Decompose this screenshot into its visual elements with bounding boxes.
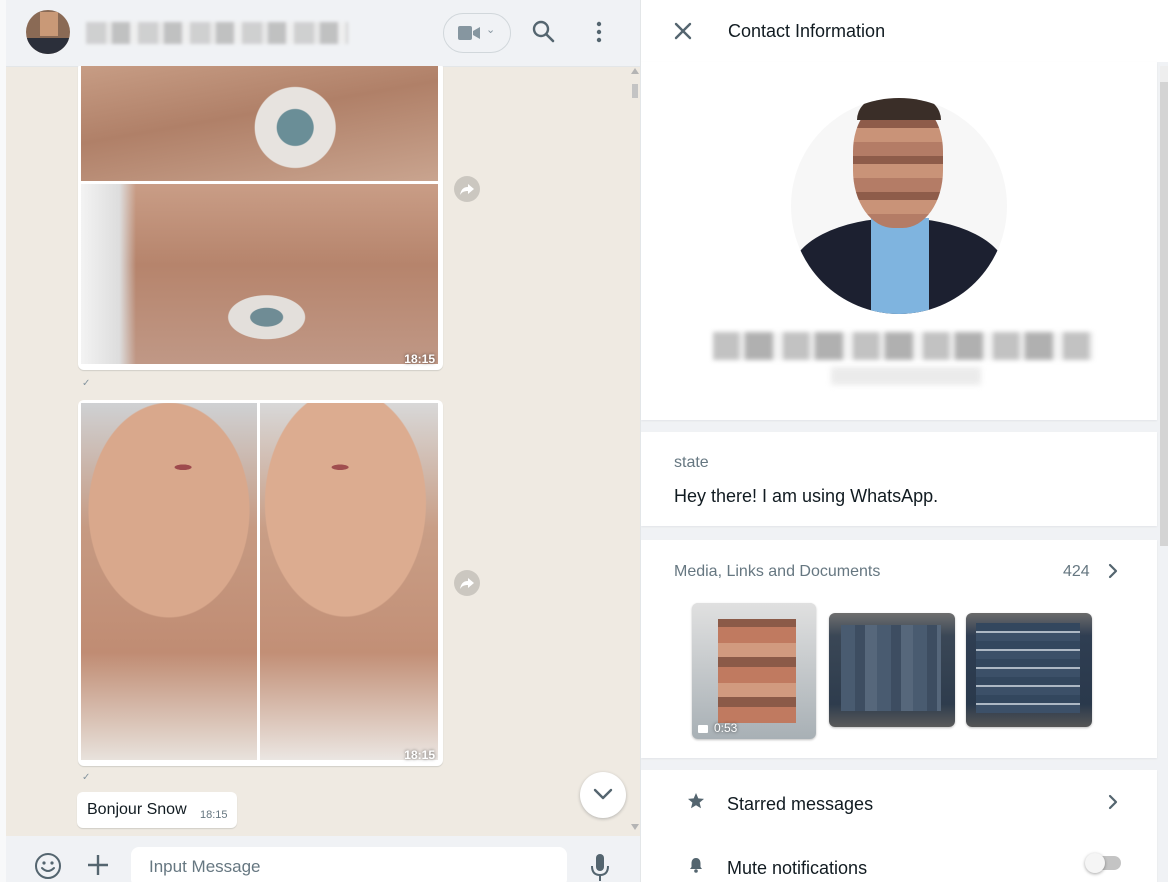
media-count: 424 bbox=[1063, 563, 1090, 580]
read-tick-icon: ✓ bbox=[82, 378, 91, 389]
image-message[interactable]: 18:15 bbox=[78, 400, 443, 766]
avatar-shirt bbox=[26, 38, 70, 54]
mute-toggle[interactable] bbox=[1085, 853, 1121, 873]
media-thumbnail-image[interactable] bbox=[829, 613, 955, 727]
eye-image-top bbox=[81, 66, 438, 181]
contact-phone-redacted bbox=[831, 367, 981, 385]
photo-shirt bbox=[871, 218, 929, 314]
chevron-right-icon[interactable] bbox=[1107, 562, 1119, 580]
media-thumbnail-image[interactable] bbox=[966, 613, 1092, 727]
chat-pane: ⌄ 18:15 ✓ 18:15 ✓ Bonjour Snow 18:15 Inp… bbox=[0, 0, 640, 882]
star-icon bbox=[688, 793, 704, 809]
mute-notifications-label: Mute notifications bbox=[727, 858, 868, 878]
contact-info-panel: Contact Information state Hey there! I a… bbox=[640, 0, 1168, 882]
actions-card: Starred messages Mute notifications bbox=[641, 770, 1157, 882]
starred-messages-row[interactable]: Starred messages bbox=[641, 774, 1157, 830]
thumbnail-pixelated bbox=[976, 623, 1080, 713]
message-input[interactable] bbox=[131, 847, 567, 882]
chat-header: ⌄ bbox=[6, 0, 640, 67]
image-highlight bbox=[81, 184, 136, 364]
chevron-down-icon: ⌄ bbox=[486, 24, 496, 36]
contact-name-redacted bbox=[713, 332, 1093, 360]
status-card: state Hey there! I am using WhatsApp. bbox=[641, 432, 1157, 526]
forward-button[interactable] bbox=[454, 570, 480, 596]
message-time: 18:15 bbox=[404, 748, 435, 762]
media-card: Media, Links and Documents 424 0:53 bbox=[641, 540, 1157, 758]
video-call-button[interactable]: ⌄ bbox=[443, 13, 511, 53]
thumbnail-face-pixelated bbox=[718, 619, 796, 723]
video-camera-icon bbox=[698, 725, 708, 733]
message-time: 18:15 bbox=[404, 352, 435, 366]
profile-photo[interactable] bbox=[791, 98, 1007, 314]
toggle-knob bbox=[1085, 853, 1105, 873]
plus-icon[interactable] bbox=[86, 853, 110, 877]
forward-icon bbox=[460, 184, 474, 195]
scroll-to-bottom-button[interactable] bbox=[580, 772, 626, 818]
scrollbar-down-arrow[interactable] bbox=[631, 824, 639, 830]
neck-image-after bbox=[260, 403, 438, 760]
contact-name-redacted[interactable] bbox=[86, 22, 348, 44]
scrollbar-up-arrow[interactable] bbox=[631, 68, 639, 74]
thumbnail-pixelated bbox=[841, 625, 941, 711]
media-thumbnail-video[interactable]: 0:53 bbox=[692, 603, 816, 739]
contact-info-header: Contact Information bbox=[641, 0, 1168, 62]
chevron-down-icon bbox=[593, 788, 613, 800]
read-tick-icon: ✓ bbox=[82, 772, 91, 783]
image-message[interactable]: 18:15 bbox=[78, 66, 443, 370]
status-text: Hey there! I am using WhatsApp. bbox=[674, 486, 939, 506]
text-message[interactable]: Bonjour Snow 18:15 bbox=[77, 792, 237, 828]
chevron-right-icon bbox=[1108, 794, 1118, 810]
message-text: Bonjour Snow bbox=[87, 801, 187, 818]
neck-image-before bbox=[81, 403, 257, 760]
panel-title: Contact Information bbox=[728, 21, 886, 41]
panel-scrollbar-track-top bbox=[1160, 66, 1168, 82]
panel-scrollbar-thumb[interactable] bbox=[1160, 66, 1168, 546]
message-time: 18:15 bbox=[200, 809, 228, 821]
compose-bar bbox=[6, 836, 640, 882]
close-icon[interactable] bbox=[673, 21, 693, 41]
bell-icon bbox=[690, 858, 702, 873]
emoji-icon[interactable] bbox=[34, 852, 62, 880]
mic-icon[interactable] bbox=[590, 854, 610, 882]
message-list[interactable]: 18:15 ✓ 18:15 ✓ Bonjour Snow 18:15 bbox=[6, 66, 640, 836]
video-duration: 0:53 bbox=[714, 721, 738, 735]
photo-hair bbox=[857, 98, 941, 120]
profile-card bbox=[641, 62, 1157, 420]
media-links-docs-link[interactable]: Media, Links and Documents bbox=[674, 563, 880, 581]
video-call-icon bbox=[458, 26, 480, 40]
mute-notifications-row[interactable]: Mute notifications bbox=[641, 838, 1157, 882]
scrollbar-thumb[interactable] bbox=[632, 84, 638, 98]
avatar-face bbox=[40, 12, 58, 36]
forward-icon bbox=[460, 578, 474, 589]
contact-avatar[interactable] bbox=[26, 10, 70, 54]
search-icon[interactable] bbox=[531, 19, 557, 45]
starred-messages-label: Starred messages bbox=[727, 794, 874, 814]
status-label: state bbox=[674, 454, 709, 471]
menu-icon[interactable] bbox=[588, 19, 614, 45]
forward-button[interactable] bbox=[454, 176, 480, 202]
